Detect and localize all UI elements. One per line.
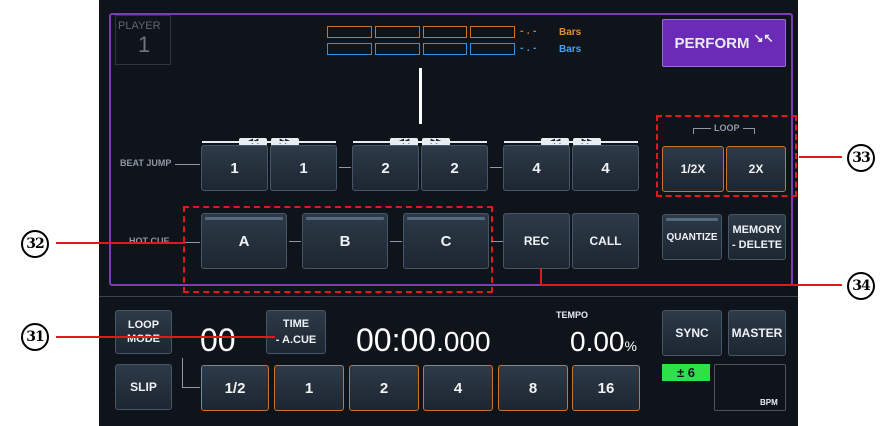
bottom-divider [99,296,798,297]
player-label: PLAYER [118,20,161,32]
loop-beat-1-button[interactable]: 1 [274,365,344,411]
hot-cue-b-button[interactable]: B [302,213,388,269]
bars-orange-track [327,26,515,38]
tempo-display: 0.00% [570,326,637,358]
playhead-marker [419,68,422,124]
hot-cue-call-button[interactable]: CALL [572,213,639,269]
perform-label: PERFORM [674,34,750,52]
loop-beat-half-button[interactable]: 1/2 [201,365,269,411]
loop-mode-button[interactable]: LOOP MODE [115,310,172,354]
loop-beat-16-button[interactable]: 16 [572,365,640,411]
hot-cue-c-label: C [440,232,452,250]
hot-cue-label: HOT CUE [129,236,170,246]
bars-blue-track [327,43,515,55]
tempo-label: TEMPO [556,310,589,320]
loop-beat-8-button[interactable]: 8 [498,365,568,411]
slip-button[interactable]: SLIP [115,364,172,410]
hot-cue-rec-button[interactable]: REC [503,213,570,269]
beat-jump-back-4-button[interactable]: 4 [503,145,570,191]
time-display-main: 00:00 [356,322,437,358]
bars-orange-label: Bars [559,27,582,38]
time-mode-button[interactable]: TIME - A.CUE [266,310,326,354]
callout-32: 32 [20,229,50,259]
sync-button[interactable]: SYNC [662,310,722,356]
callout-34-line-v [540,268,542,285]
beat-jump-connector [175,164,200,165]
callout-31: 31 [20,322,50,352]
beat-jump-fwd-4-button[interactable]: 4 [572,145,639,191]
beat-jump-fwd-1-button[interactable]: 1 [270,145,337,191]
beat-jump-label: BEAT JUMP [120,158,172,168]
hot-cue-sep-2 [390,241,402,242]
loop-beat-4-button[interactable]: 4 [423,365,493,411]
tempo-unit: % [624,338,637,354]
time-display-ms: .000 [436,326,491,357]
loop-half-button[interactable]: 1/2X [662,146,724,192]
hot-cue-b-label: B [339,232,351,250]
callout-31-line [56,336,275,338]
quantize-button[interactable]: QUANTIZE [662,214,722,260]
hot-cue-a-button[interactable]: A [201,213,287,269]
delete-label: - DELETE [731,238,783,251]
beat-jump-fwd-2-button[interactable]: 2 [421,145,488,191]
bpm-label: BPM [760,398,778,407]
hot-cue-c-button[interactable]: C [403,213,489,269]
hot-cue-sep-1 [289,241,301,242]
memory-label: MEMORY [732,223,782,236]
bars-blue-dots: - . - [520,42,537,54]
callout-32-line [56,242,185,244]
bars-orange-dots: - . - [520,25,537,37]
perform-button[interactable]: PERFORM ↘↖ [662,19,786,67]
beat-jump-sep-2 [490,167,502,168]
player-number: 1 [138,32,151,57]
tempo-value: 0.00 [570,326,625,357]
time-line2: - A.CUE [275,334,317,346]
memory-delete-button[interactable]: MEMORY - DELETE [728,214,786,260]
loop-label: LOOP [711,123,743,133]
loop-beat-2-button[interactable]: 2 [349,365,419,411]
beat-buttons-bracket [182,358,200,388]
loop-count-display: 00 [200,322,236,358]
beat-jump-sep-1 [339,167,351,168]
hot-cue-sep-3 [491,241,503,242]
hot-cue-a-label: A [238,232,250,250]
bars-blue-label: Bars [559,44,582,55]
loop-mode-line1: LOOP [127,319,160,331]
callout-33: 33 [846,143,876,173]
callout-34: 34 [846,271,876,301]
callout-33-line [799,156,842,158]
loop-mode-line2: MODE [127,333,160,345]
callout-34-line-h [540,284,842,286]
loop-double-button[interactable]: 2X [726,146,786,192]
time-line1: TIME [282,318,310,330]
beat-jump-back-2-button[interactable]: 2 [352,145,419,191]
time-display: 00:00.000 [356,322,491,359]
master-button[interactable]: MASTER [728,310,786,356]
beat-jump-back-1-button[interactable]: 1 [201,145,268,191]
tempo-range-badge[interactable]: ± 6 [662,364,710,381]
collapse-arrows-icon: ↘↖ [753,31,774,45]
